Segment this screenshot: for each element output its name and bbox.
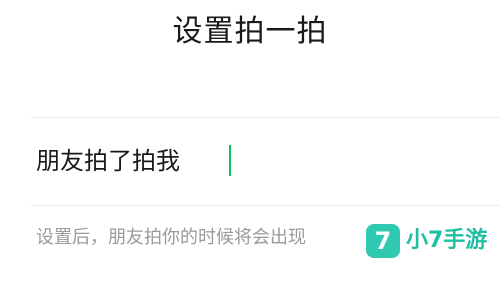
- pat-text-input-value[interactable]: 朋友拍了拍我: [36, 144, 180, 178]
- hint-text: 设置后，朋友拍你的时候将会出现: [36, 227, 306, 248]
- watermark-text: 小7手游: [406, 228, 488, 253]
- pat-text-field[interactable]: 朋友拍了拍我: [0, 118, 500, 205]
- watermark-logo-glyph: 7: [374, 227, 392, 255]
- page-title: 设置拍一拍: [172, 14, 328, 49]
- divider-bottom: [30, 205, 500, 206]
- pat-settings-page: 设置拍一拍 朋友拍了拍我 设置后，朋友拍你的时候将会出现 7 小7手游: [0, 0, 500, 281]
- text-cursor: [229, 145, 231, 176]
- watermark-logo-icon: 7: [366, 224, 400, 258]
- watermark: 7 小7手游: [366, 224, 496, 262]
